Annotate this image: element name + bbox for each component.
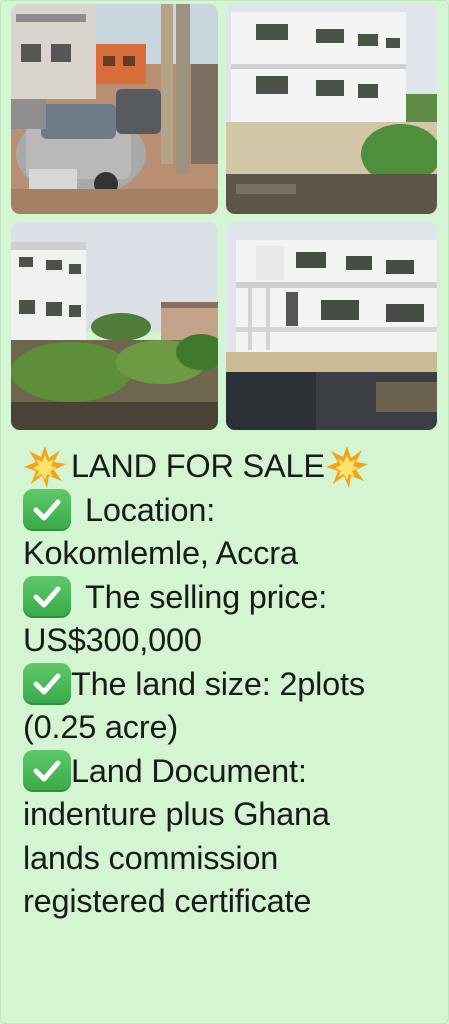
document-value-row-1: indenture plus Ghana (23, 793, 443, 837)
location-label: Location: (85, 491, 216, 528)
size-value-row: (0.25 acre) (23, 706, 443, 750)
collision-burst-icon (24, 445, 66, 488)
size-row: The land size: 2plots (23, 663, 443, 707)
price-row: The selling price: (23, 576, 443, 620)
check-mark-icon (23, 750, 71, 793)
photo-building-wall-image (226, 4, 437, 214)
headline-text: LAND FOR SALE (71, 448, 325, 484)
photo-building-balconies-image (226, 222, 437, 430)
document-row: Land Document: (23, 750, 443, 794)
check-mark-icon (23, 663, 71, 706)
document-label: Land Document: (71, 752, 307, 789)
check-mark-icon (23, 489, 71, 532)
photo-land-plot[interactable] (11, 222, 218, 430)
size-value: (0.25 acre) (23, 709, 178, 745)
collision-burst-icon (325, 445, 368, 488)
location-value: Kokomlemle, Accra (23, 535, 298, 571)
location-value-row: Kokomlemle, Accra (23, 532, 443, 576)
price-label: The selling price: (85, 578, 328, 615)
photo-land-plot-image (11, 222, 218, 430)
photo-street-image (11, 4, 218, 214)
headline: LAND FOR SALE (23, 445, 443, 489)
photo-building-wall[interactable] (226, 4, 437, 214)
photo-grid (11, 4, 439, 430)
size-label: The land size: 2plots (71, 665, 365, 702)
post-text: LAND FOR SALE Location: Kokomlemle, Accr… (23, 445, 443, 924)
price-value-row: US$300,000 (23, 619, 443, 663)
post-card: LAND FOR SALE Location: Kokomlemle, Accr… (0, 0, 449, 1024)
document-value-row-3: registered certificate (23, 880, 443, 924)
document-value-row-2: lands commission (23, 837, 443, 881)
document-value-1: indenture plus Ghana (23, 796, 330, 832)
document-value-2: lands commission (23, 839, 279, 876)
location-row: Location: (23, 489, 443, 533)
document-value-3: registered certificate (23, 883, 312, 919)
price-value: US$300,000 (23, 622, 202, 658)
photo-street[interactable] (11, 4, 218, 214)
photo-building-balconies[interactable] (226, 222, 437, 430)
check-mark-icon (23, 576, 71, 619)
